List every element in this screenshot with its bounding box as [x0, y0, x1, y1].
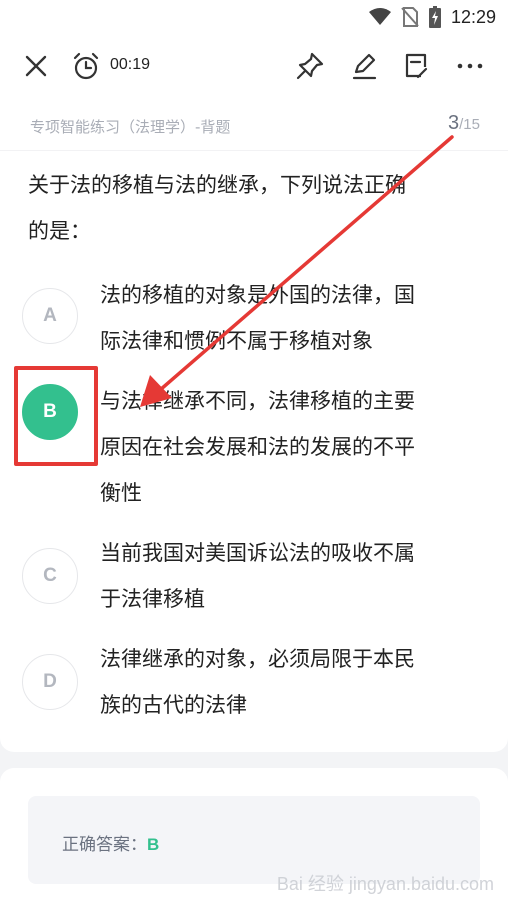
answer-text: 正确答案：B [62, 830, 159, 855]
question-progress: 3/15 [448, 112, 480, 135]
option-line: 际法律和惯例不属于移植对象 [100, 329, 373, 353]
option-line: 法律继承的对象，必须局限于本民 [100, 647, 415, 671]
close-button[interactable] [20, 50, 52, 82]
pin-button[interactable] [294, 50, 326, 82]
pin-icon [296, 52, 324, 80]
timer-text: 00:19 [110, 56, 151, 73]
option-line: 与法律继承不同，法律移植的主要 [100, 389, 415, 413]
alarm-clock-icon [73, 52, 99, 80]
answer-label: 正确答案： [62, 835, 147, 855]
wifi-icon [368, 8, 391, 25]
divider [0, 150, 508, 151]
option-letter[interactable]: A [22, 288, 78, 344]
option-text: 法律继承的对象，必须局限于本民 族的古代的法律 [100, 636, 470, 728]
option-line: 原因在社会发展和法的发展的不平 [100, 435, 415, 459]
subject-title: 专项智能练习（法理学）-背题 [30, 118, 231, 136]
option-line: 当前我国对美国诉讼法的吸收不属 [100, 541, 415, 565]
option-letter[interactable]: C [22, 548, 78, 604]
option-text: 与法律继承不同，法律移植的主要 原因在社会发展和法的发展的不平 衡性 [100, 378, 470, 516]
close-icon [25, 55, 47, 77]
edit-button[interactable] [348, 50, 380, 82]
status-time: 12:29 [450, 6, 496, 27]
option-line: 法的移植的对象是外国的法律，国 [100, 283, 415, 307]
note-icon [405, 53, 428, 79]
timer-button[interactable] [70, 50, 102, 82]
progress-current: 3 [448, 112, 460, 134]
toolbar: 00:19 [0, 36, 508, 98]
option-line: 衡性 [100, 481, 142, 505]
watermark: Bai 经验 jingyan.baidu.com [276, 874, 494, 894]
subject-row: 专项智能练习（法理学）-背题 3/15 [0, 98, 508, 150]
more-button[interactable] [454, 50, 486, 82]
no-sim-icon [401, 7, 419, 27]
question-line: 关于法的移植与法的继承，下列说法正确 [28, 173, 406, 197]
option-text: 当前我国对美国诉讼法的吸收不属 于法律移植 [100, 530, 470, 622]
status-bar: 12:29 [0, 0, 508, 36]
question-text: 关于法的移植与法的继承，下列说法正确 的是： [28, 162, 478, 254]
progress-total: /15 [459, 116, 480, 133]
question-line: 的是： [28, 219, 91, 243]
option-line: 族的古代的法律 [100, 693, 247, 717]
more-icon [457, 63, 483, 69]
battery-charging-icon [428, 6, 441, 28]
status-icons: 12:29 [368, 6, 496, 28]
edit-icon [352, 53, 377, 80]
note-button[interactable] [400, 50, 432, 82]
answer-value: B [147, 835, 160, 854]
highlight-box [14, 366, 98, 466]
option-text: 法的移植的对象是外国的法律，国 际法律和惯例不属于移植对象 [100, 272, 470, 364]
option-line: 于法律移植 [100, 587, 205, 611]
option-letter[interactable]: D [22, 654, 78, 710]
